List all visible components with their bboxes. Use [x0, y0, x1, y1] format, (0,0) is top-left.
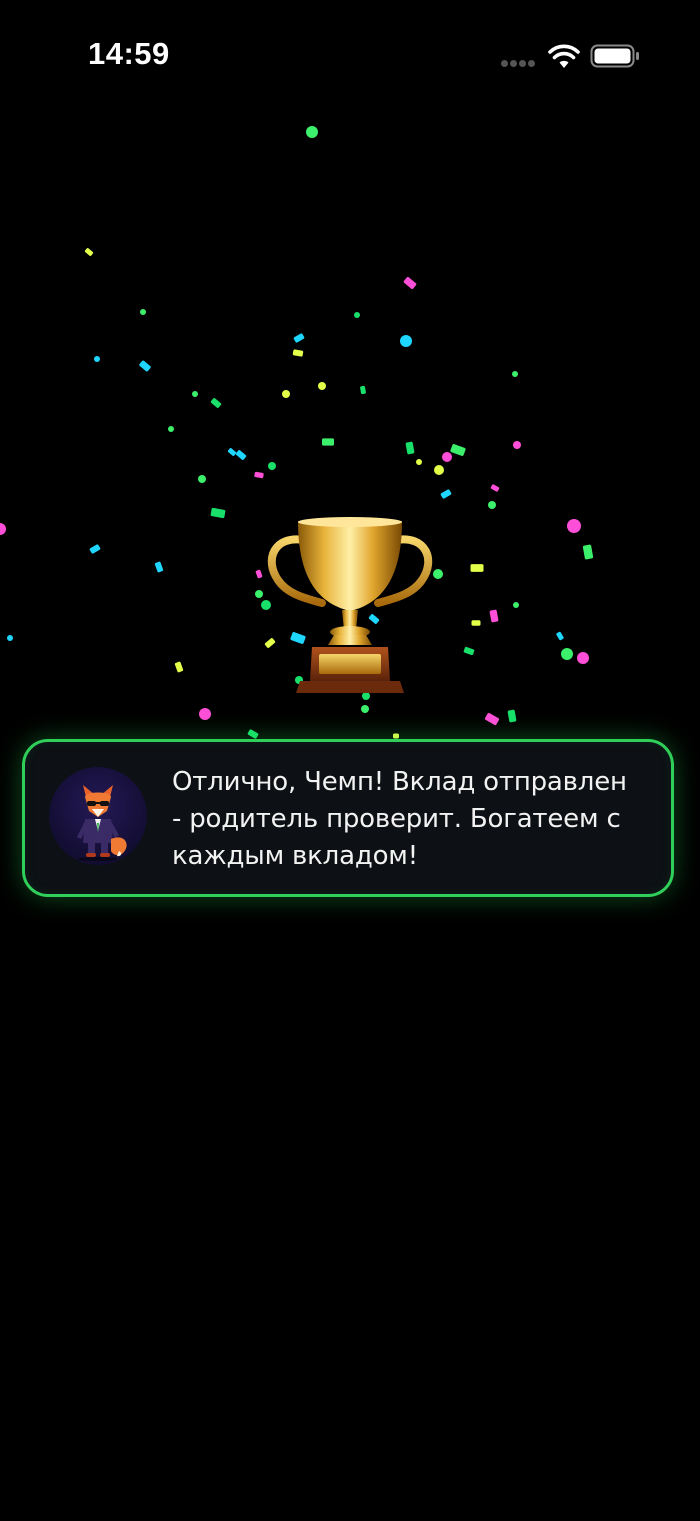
confetti-piece	[512, 371, 518, 377]
confetti-piece	[434, 465, 444, 475]
confetti-piece	[255, 569, 263, 579]
celebration-area	[0, 110, 700, 750]
status-time: 14:59	[88, 36, 170, 71]
confetti-piece	[268, 462, 276, 470]
confetti-piece	[507, 709, 517, 723]
confetti-piece	[318, 382, 326, 390]
confetti-piece	[84, 248, 94, 256]
trophy-icon	[267, 517, 433, 693]
confetti-piece	[400, 335, 412, 347]
confetti-piece	[403, 276, 417, 290]
confetti-piece	[168, 426, 174, 432]
confetti-piece	[470, 564, 484, 572]
confetti-piece	[292, 349, 304, 357]
confetti-piece	[154, 561, 164, 573]
confetti-piece	[577, 652, 589, 664]
confetti-piece	[442, 452, 452, 462]
confetti-piece	[7, 635, 13, 641]
wifi-icon	[548, 44, 580, 68]
confetti-piece	[561, 648, 573, 660]
confetti-piece	[89, 544, 101, 554]
confetti-piece	[192, 391, 198, 397]
confetti-piece	[440, 489, 452, 499]
confetti-piece	[450, 444, 466, 456]
message-text: Отлично, Чемп! Вклад отправлен - родител…	[172, 767, 627, 871]
confetti-piece	[567, 519, 581, 533]
confetti-piece	[174, 661, 184, 673]
confetti-piece	[0, 523, 6, 535]
confetti-piece	[210, 507, 226, 519]
fox-mascot-icon	[49, 767, 147, 865]
confetti-piece	[471, 620, 481, 626]
confetti-piece	[322, 438, 334, 446]
status-bar: 14:59	[0, 0, 700, 110]
message-card: Отлично, Чемп! Вклад отправлен - родител…	[22, 739, 674, 897]
confetti-piece	[247, 729, 259, 739]
confetti-piece	[490, 484, 500, 492]
confetti-piece	[582, 544, 594, 560]
confetti-piece	[306, 126, 318, 138]
confetti-piece	[463, 646, 475, 656]
confetti-piece	[255, 590, 263, 598]
confetti-piece	[484, 712, 500, 726]
confetti-piece	[489, 609, 499, 623]
confetti-piece	[393, 733, 399, 739]
confetti-piece	[556, 631, 564, 641]
confetti-piece	[360, 385, 366, 395]
confetti-piece	[293, 333, 305, 343]
confetti-piece	[198, 475, 206, 483]
confetti-piece	[282, 390, 290, 398]
confetti-piece	[140, 309, 146, 315]
confetti-piece	[210, 398, 222, 408]
battery-icon	[590, 44, 639, 68]
signal-dots-icon	[501, 60, 537, 68]
confetti-piece	[227, 448, 237, 456]
confetti-piece	[235, 450, 247, 460]
confetti-piece	[199, 708, 211, 720]
confetti-piece	[405, 441, 415, 455]
confetti-piece	[488, 501, 496, 509]
confetti-piece	[416, 459, 422, 465]
confetti-piece	[513, 602, 519, 608]
confetti-piece	[513, 441, 521, 449]
confetti-piece	[361, 705, 369, 713]
confetti-piece	[254, 471, 264, 479]
confetti-piece	[139, 360, 151, 372]
confetti-piece	[94, 356, 100, 362]
confetti-piece	[354, 312, 360, 318]
